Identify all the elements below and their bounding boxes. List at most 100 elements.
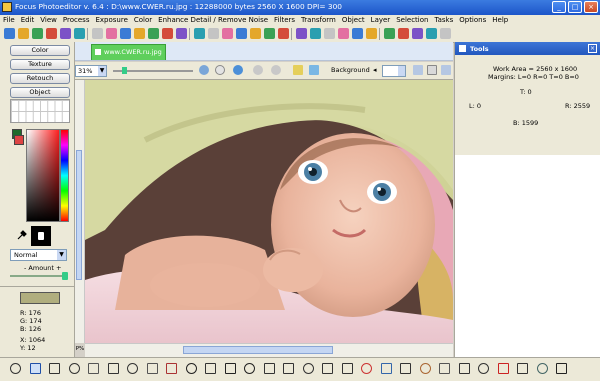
hue-slider[interactable] [60, 129, 69, 222]
polygon-tool-icon[interactable] [322, 363, 333, 374]
line-tool-icon[interactable] [224, 363, 236, 374]
redo-icon[interactable] [74, 28, 85, 39]
gradient-tool-icon[interactable] [380, 363, 392, 374]
grid-icon[interactable] [427, 65, 437, 75]
clone-stamp-tool-icon[interactable] [419, 363, 431, 374]
curves-icon[interactable] [162, 28, 173, 39]
palette-icon[interactable] [366, 28, 377, 39]
rectangle-tool-icon[interactable] [283, 363, 294, 374]
grid-icon[interactable] [398, 28, 409, 39]
undo-icon[interactable] [60, 28, 71, 39]
document-tab[interactable]: www.CWER.ru.jpg [91, 44, 166, 60]
vertical-scrollbar[interactable] [75, 80, 85, 343]
spline-tool-icon[interactable] [341, 363, 353, 374]
blur-icon[interactable] [208, 28, 219, 39]
menu-tasks[interactable]: Tasks [431, 15, 456, 26]
fill-tool-icon[interactable] [361, 363, 372, 374]
magic-wand-tool-icon[interactable] [127, 363, 138, 374]
person-tool-icon[interactable] [556, 363, 567, 374]
compare-icon[interactable] [384, 28, 395, 39]
close-button[interactable]: × [584, 1, 598, 13]
zoom-slider-thumb[interactable] [122, 67, 127, 74]
eraser-tool-icon[interactable] [400, 363, 411, 374]
menu-filters[interactable]: Filters [271, 15, 298, 26]
eyedropper-icon[interactable] [17, 230, 27, 240]
menu-view[interactable]: View [37, 15, 60, 26]
plugin-icon[interactable] [412, 28, 423, 39]
horizontal-scrollbar-thumb[interactable] [183, 346, 333, 354]
new-icon[interactable] [4, 28, 15, 39]
save-icon[interactable] [32, 28, 43, 39]
zoom-select[interactable]: 31% ▼ [75, 65, 107, 77]
compare-icon[interactable] [293, 65, 303, 75]
menu-object[interactable]: Object [339, 15, 368, 26]
zoom-actual-icon[interactable] [215, 65, 225, 75]
zoom-tool-icon[interactable] [68, 363, 80, 374]
move-tool-icon[interactable] [49, 363, 60, 374]
color-preview-tile[interactable] [31, 226, 51, 246]
menu-process[interactable]: Process [60, 15, 93, 26]
lasso-tool-icon[interactable] [107, 363, 119, 374]
marquee-tool-icon[interactable] [29, 363, 41, 374]
amount-slider-thumb[interactable] [62, 272, 68, 280]
close-icon[interactable]: × [588, 44, 597, 53]
ellipse-tool-icon[interactable] [263, 363, 275, 374]
arrow-tool-icon[interactable] [244, 363, 255, 374]
effects-icon[interactable] [222, 28, 233, 39]
blend-mode-select[interactable]: Normal ▼ [10, 249, 67, 261]
fullscreen-icon[interactable] [426, 28, 437, 39]
menu-selection[interactable]: Selection [393, 15, 431, 26]
burn-tool-icon[interactable] [478, 363, 489, 374]
select-tool-icon[interactable] [10, 363, 21, 374]
horizontal-scrollbar[interactable] [85, 343, 453, 357]
print-icon[interactable] [46, 28, 57, 39]
menu-file[interactable]: File [0, 15, 18, 26]
background-view-icon[interactable] [309, 65, 319, 75]
menu-enhance[interactable]: Enhance Detail / Remove Noise [155, 15, 271, 26]
color-picker-field[interactable] [26, 129, 60, 222]
levels-icon[interactable] [148, 28, 159, 39]
brush-tool-icon[interactable] [205, 363, 216, 374]
text-icon[interactable] [250, 28, 261, 39]
menu-exposure[interactable]: Exposure [92, 15, 130, 26]
brush-icon[interactable] [352, 28, 363, 39]
text-tool-icon[interactable] [185, 363, 197, 374]
export-icon[interactable] [441, 65, 451, 75]
menu-transform[interactable]: Transform [298, 15, 339, 26]
menu-layer[interactable]: Layer [368, 15, 394, 26]
open-icon[interactable] [18, 28, 29, 39]
frame-icon[interactable] [236, 28, 247, 39]
histogram-icon[interactable] [134, 28, 145, 39]
redeye-tool-icon[interactable] [497, 363, 509, 374]
texture-tab-button[interactable]: Texture [10, 59, 70, 70]
layers-icon[interactable] [264, 28, 275, 39]
hand-tool-icon[interactable] [88, 363, 99, 374]
color-tab-button[interactable]: Color [10, 45, 70, 56]
clone-icon[interactable] [310, 28, 321, 39]
layer-icon[interactable] [413, 65, 423, 75]
sharpen-tool-icon[interactable] [517, 363, 528, 374]
crop-icon[interactable] [92, 28, 103, 39]
selection-icon[interactable] [296, 28, 307, 39]
amount-slider[interactable] [10, 272, 68, 280]
sharpen-icon[interactable] [194, 28, 205, 39]
maximize-button[interactable]: □ [568, 1, 582, 13]
redeye-icon[interactable] [338, 28, 349, 39]
eyedropper-tool-icon[interactable] [166, 363, 177, 374]
image-canvas[interactable] [85, 80, 453, 343]
stamp-tool-icon[interactable] [536, 363, 548, 374]
rounded-rect-tool-icon[interactable] [302, 363, 314, 374]
menu-edit[interactable]: Edit [18, 15, 38, 26]
minimize-button[interactable]: _ [552, 1, 566, 13]
menu-options[interactable]: Options [456, 15, 489, 26]
mask-icon[interactable] [278, 28, 289, 39]
color-swatch-grid[interactable] [10, 99, 70, 123]
eye-icon[interactable] [233, 65, 243, 75]
dodge-tool-icon[interactable] [458, 363, 470, 374]
heal-icon[interactable] [324, 28, 335, 39]
shape-rect-tool-icon[interactable] [146, 363, 158, 374]
retouch-tab-button[interactable]: Retouch [10, 73, 70, 84]
object-tab-button[interactable]: Object [10, 87, 70, 98]
smudge-tool-icon[interactable] [439, 363, 450, 374]
resize-icon[interactable] [106, 28, 117, 39]
